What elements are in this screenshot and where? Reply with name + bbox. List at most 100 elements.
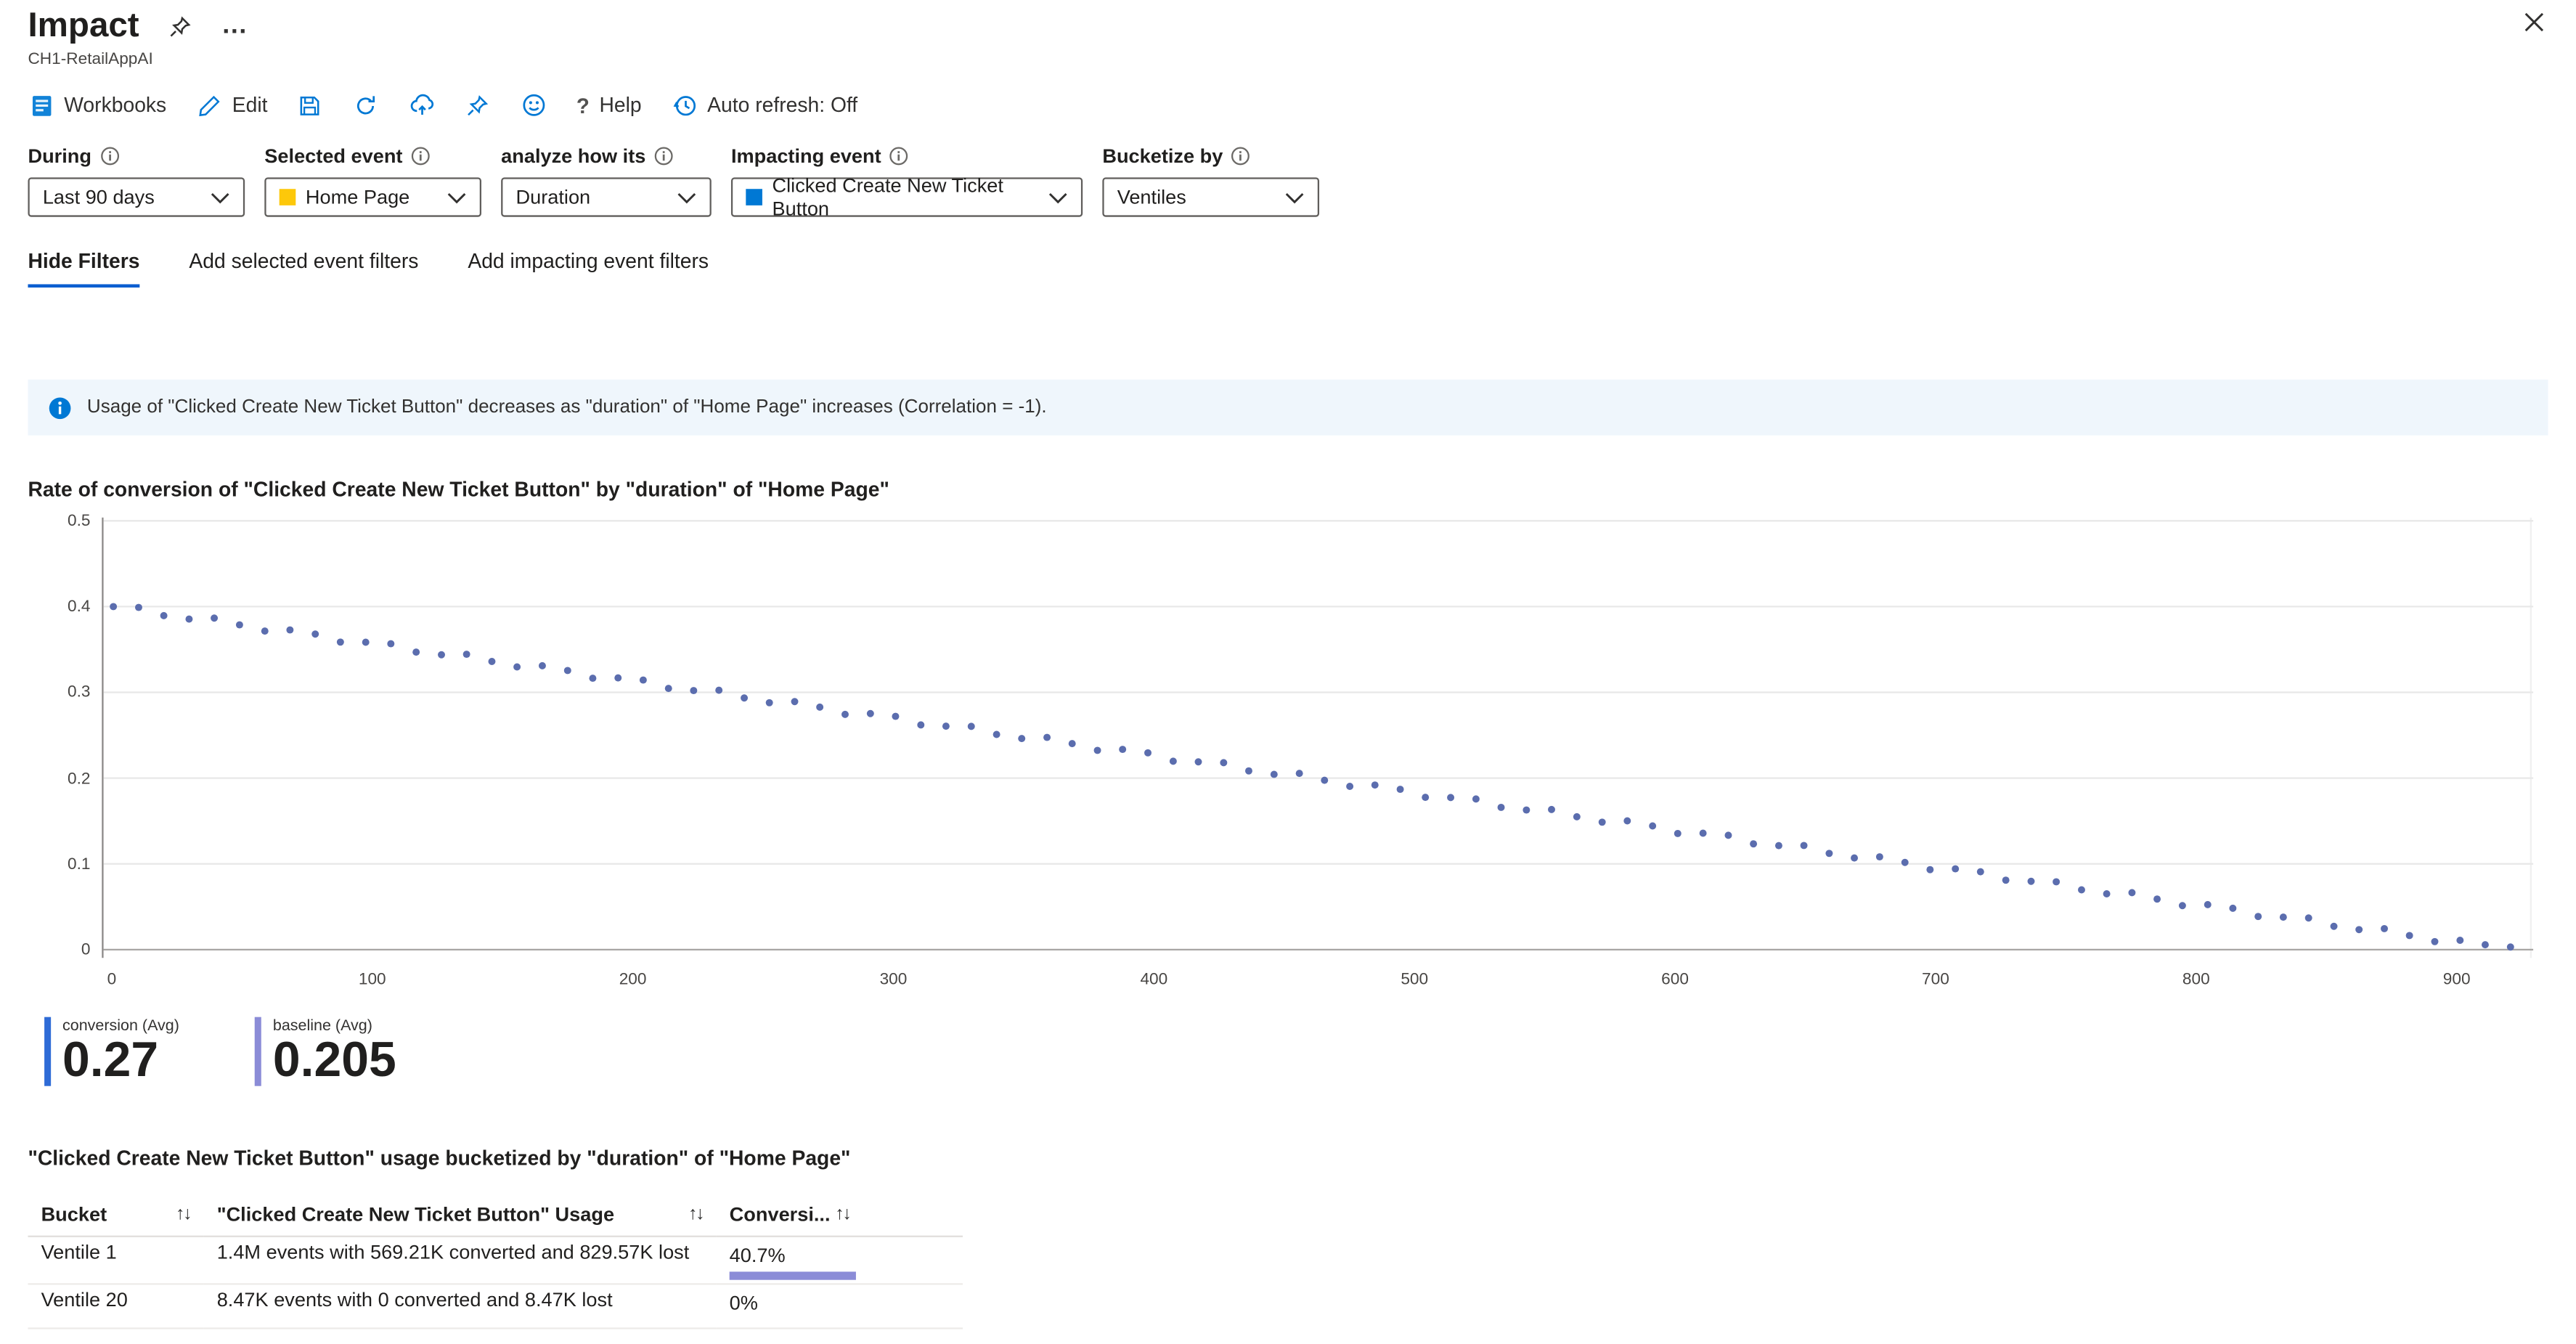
data-point bbox=[261, 627, 269, 635]
data-point bbox=[690, 687, 697, 694]
edit-button[interactable]: Edit bbox=[182, 82, 282, 128]
filter-impacting-event: Impacting event Clicked Create New Ticke… bbox=[731, 144, 1083, 217]
chevron-down-icon bbox=[211, 192, 230, 203]
history-clock-icon bbox=[671, 92, 697, 118]
plot-area bbox=[102, 518, 2532, 958]
baseline-avg-value: 0.205 bbox=[273, 1035, 396, 1087]
column-header-conversion[interactable]: Conversi...↑↓ bbox=[717, 1192, 963, 1237]
column-header-usage[interactable]: "Clicked Create New Ticket Button" Usage… bbox=[204, 1192, 717, 1237]
chevron-down-icon bbox=[677, 192, 696, 203]
data-point bbox=[2355, 926, 2363, 933]
table-row[interactable]: Ventile 11.4M events with 569.21K conver… bbox=[28, 1237, 963, 1284]
data-point bbox=[640, 677, 647, 684]
sort-icon[interactable]: ↑↓ bbox=[176, 1204, 190, 1223]
data-point bbox=[2229, 905, 2236, 912]
data-point bbox=[1346, 783, 1353, 790]
data-point bbox=[1902, 859, 1909, 866]
data-point bbox=[1599, 818, 1606, 826]
usage-table: Bucket↑↓ "Clicked Create New Ticket Butt… bbox=[28, 1192, 963, 1329]
insight-banner: Usage of "Clicked Create New Ticket Butt… bbox=[28, 380, 2548, 436]
data-point bbox=[2305, 914, 2312, 921]
data-point bbox=[1043, 734, 1051, 741]
save-button[interactable] bbox=[282, 82, 338, 128]
workbooks-button[interactable]: Workbooks bbox=[28, 82, 181, 128]
bucketize-dropdown[interactable]: Ventiles bbox=[1102, 177, 1319, 216]
edit-label: Edit bbox=[232, 94, 268, 117]
tab-add-selected-event-filters[interactable]: Add selected event filters bbox=[189, 250, 418, 288]
data-point bbox=[968, 722, 975, 730]
y-axis-tick-label: 0.2 bbox=[28, 770, 90, 788]
filter-analyze: analyze how its Duration bbox=[501, 144, 712, 217]
data-point bbox=[1926, 866, 1933, 873]
sort-icon[interactable]: ↑↓ bbox=[688, 1204, 703, 1223]
table-row[interactable]: Ventile 208.47K events with 0 converted … bbox=[28, 1284, 963, 1328]
conversion-avg: conversion (Avg) 0.27 bbox=[44, 1017, 179, 1087]
selected-event-value: Home Page bbox=[306, 186, 409, 209]
data-point bbox=[1851, 855, 1858, 862]
data-point bbox=[1422, 794, 1429, 801]
x-axis-tick-label: 0 bbox=[107, 971, 117, 989]
filter-selected-event: Selected event Home Page bbox=[264, 144, 481, 217]
data-point bbox=[715, 687, 722, 694]
data-point bbox=[1094, 746, 1101, 754]
data-point bbox=[816, 704, 823, 711]
during-dropdown[interactable]: Last 90 days bbox=[28, 177, 245, 216]
data-point bbox=[1069, 740, 1076, 747]
chevron-down-icon bbox=[1285, 192, 1305, 203]
baseline-avg-bar bbox=[255, 1017, 261, 1086]
data-point bbox=[2028, 878, 2035, 885]
data-point bbox=[2103, 890, 2111, 897]
data-point bbox=[564, 667, 571, 674]
usage-cell: 8.47K events with 0 converted and 8.47K … bbox=[204, 1284, 717, 1328]
selected-event-dropdown[interactable]: Home Page bbox=[264, 177, 481, 216]
data-point bbox=[311, 630, 319, 638]
close-icon[interactable] bbox=[2522, 10, 2546, 35]
data-point bbox=[1472, 795, 1480, 802]
data-point bbox=[2254, 913, 2262, 920]
more-options-button[interactable]: … bbox=[221, 20, 248, 33]
impacting-event-label: Impacting event bbox=[731, 144, 881, 168]
pin-blue-icon bbox=[465, 92, 491, 118]
pin-to-dashboard-button[interactable] bbox=[450, 82, 506, 128]
column-header-bucket[interactable]: Bucket↑↓ bbox=[28, 1192, 203, 1237]
chevron-down-icon bbox=[447, 192, 466, 203]
conversion-value: 40.7% bbox=[730, 1244, 950, 1267]
feedback-button[interactable] bbox=[506, 82, 562, 128]
cloud-icon bbox=[409, 92, 435, 118]
data-point bbox=[1144, 749, 1152, 757]
analyze-dropdown[interactable]: Duration bbox=[501, 177, 712, 216]
analyze-value: Duration bbox=[516, 186, 591, 209]
usage-table-body: Ventile 11.4M events with 569.21K conver… bbox=[28, 1237, 963, 1329]
column-label: "Clicked Create New Ticket Button" Usage bbox=[217, 1202, 614, 1226]
data-point bbox=[1498, 804, 1505, 811]
impacting-event-dropdown[interactable]: Clicked Create New Ticket Button bbox=[731, 177, 1083, 216]
data-point bbox=[741, 694, 748, 701]
cloud-upload-button[interactable] bbox=[394, 82, 450, 128]
y-axis-tick-label: 0.5 bbox=[28, 513, 90, 531]
refresh-icon bbox=[353, 92, 379, 118]
data-point bbox=[2456, 937, 2463, 944]
conversion-cell: 40.7% bbox=[717, 1237, 963, 1284]
data-point bbox=[1750, 840, 1757, 847]
data-point bbox=[286, 627, 293, 634]
data-point bbox=[614, 675, 621, 682]
tab-add-impacting-event-filters[interactable]: Add impacting event filters bbox=[468, 250, 709, 288]
y-axis-tick-label: 0.3 bbox=[28, 684, 90, 702]
data-point bbox=[2431, 938, 2438, 945]
data-point bbox=[841, 711, 849, 718]
data-point bbox=[185, 616, 192, 623]
data-point bbox=[589, 675, 596, 682]
pin-icon[interactable] bbox=[166, 12, 195, 41]
auto-refresh-button[interactable]: Auto refresh: Off bbox=[656, 82, 873, 128]
refresh-button[interactable] bbox=[338, 82, 394, 128]
data-point bbox=[236, 622, 243, 629]
y-axis-tick-label: 0.4 bbox=[28, 598, 90, 616]
tab-hide-filters[interactable]: Hide Filters bbox=[28, 250, 139, 288]
data-point bbox=[1876, 853, 1883, 860]
sort-icon[interactable]: ↑↓ bbox=[835, 1204, 849, 1223]
data-point bbox=[867, 710, 874, 717]
data-point bbox=[1573, 813, 1581, 820]
help-button[interactable]: ? Help bbox=[562, 82, 656, 128]
during-value: Last 90 days bbox=[43, 186, 155, 209]
conversion-bar bbox=[730, 1271, 857, 1279]
